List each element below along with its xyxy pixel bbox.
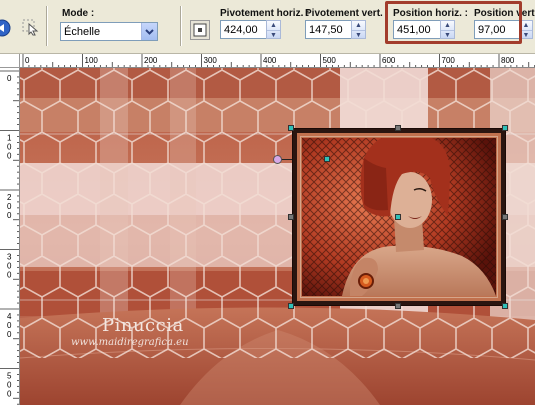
mode-label: Mode :	[62, 8, 95, 19]
svg-text:0: 0	[7, 152, 12, 161]
ruler-label: 500	[7, 372, 12, 399]
image-canvas[interactable]: Pinuccia www.maidiregrafica.eu	[20, 68, 535, 405]
ruler-label: 700	[442, 56, 456, 65]
svg-text:0: 0	[7, 202, 12, 211]
tool-options-bar: Mode : Échelle Pivotement horiz. : ▲▼ Pi…	[0, 0, 535, 54]
watermark-url: www.maidiregrafica.eu	[71, 337, 189, 348]
svg-text:0: 0	[7, 211, 12, 220]
ruler-label: 0	[25, 56, 30, 65]
pivot-point-handle[interactable]	[324, 156, 330, 162]
ruler-label: 400	[263, 56, 277, 65]
mode-select[interactable]: Échelle	[60, 22, 158, 41]
pick-tool-icon[interactable]	[22, 18, 40, 36]
handle-bottom-right[interactable]	[502, 303, 508, 309]
pos-h-stepper[interactable]: ▲ ▼	[440, 20, 455, 39]
pos-h-input[interactable]	[394, 21, 444, 38]
ruler-label: 600	[382, 56, 396, 65]
svg-text:0: 0	[7, 143, 12, 152]
pivot-h-stepper[interactable]: ▲ ▼	[266, 20, 281, 39]
pos-h-field[interactable]	[393, 20, 445, 39]
ruler-label: 200	[144, 56, 158, 65]
ruler-label: 800	[501, 56, 515, 65]
handle-top-middle[interactable]	[395, 125, 401, 131]
svg-text:4: 4	[7, 312, 12, 321]
svg-text:0: 0	[7, 74, 12, 83]
handle-center[interactable]	[395, 214, 401, 220]
handle-top-right[interactable]	[502, 125, 508, 131]
handle-top-left[interactable]	[288, 125, 294, 131]
handle-bottom-left[interactable]	[288, 303, 294, 309]
anchor-icon[interactable]	[190, 20, 210, 40]
mode-value: Échelle	[64, 26, 101, 38]
handle-bottom-middle[interactable]	[395, 303, 401, 309]
ruler-label: 100	[7, 134, 12, 161]
pivot-v-stepper[interactable]: ▲ ▼	[351, 20, 366, 39]
ruler-label: 500	[323, 56, 337, 65]
pivot-h-label: Pivotement horiz. :	[220, 8, 310, 19]
handle-middle-left[interactable]	[288, 214, 294, 220]
chevron-down-icon[interactable]	[141, 23, 157, 40]
horizontal-ruler[interactable]: 0 100 200 300 400 500 600 700 800	[20, 54, 535, 68]
undo-icon[interactable]	[0, 19, 12, 37]
svg-text:0: 0	[7, 271, 12, 280]
ruler-label: 0	[7, 74, 12, 83]
svg-text:0: 0	[7, 321, 12, 330]
rotation-handle[interactable]	[273, 155, 282, 164]
pivot-v-label: Pivotement vert. :	[305, 8, 389, 19]
handle-middle-right[interactable]	[502, 214, 508, 220]
pos-v-input[interactable]	[475, 21, 521, 38]
svg-text:0: 0	[7, 381, 12, 390]
svg-text:0: 0	[7, 262, 12, 271]
ruler-corner	[0, 54, 20, 68]
ruler-label: 300	[7, 253, 12, 280]
pos-h-label: Position horiz. :	[393, 8, 468, 19]
svg-text:0: 0	[7, 390, 12, 399]
svg-text:3: 3	[7, 253, 12, 262]
toolbar-separator	[46, 6, 48, 46]
pos-v-stepper[interactable]: ▲ ▼	[519, 20, 533, 39]
pos-v-field[interactable]	[474, 20, 522, 39]
svg-text:2: 2	[7, 193, 12, 202]
pivot-v-field[interactable]	[305, 20, 355, 39]
toolbar-separator	[180, 6, 182, 46]
vertical-ruler[interactable]: 0100200300400500	[0, 68, 20, 405]
ruler-label: 300	[204, 56, 218, 65]
pivot-h-field[interactable]	[220, 20, 272, 39]
pivot-v-input[interactable]	[306, 21, 354, 38]
pos-v-label: Position vert. :	[474, 8, 535, 19]
svg-text:5: 5	[7, 372, 12, 381]
ruler-label: 400	[7, 312, 12, 339]
svg-text:0: 0	[7, 330, 12, 339]
ruler-label: 100	[85, 56, 99, 65]
watermark-name: Pinuccia	[102, 315, 184, 336]
ruler-label: 200	[7, 193, 12, 220]
pivot-h-input[interactable]	[221, 21, 271, 38]
svg-text:1: 1	[7, 134, 12, 143]
